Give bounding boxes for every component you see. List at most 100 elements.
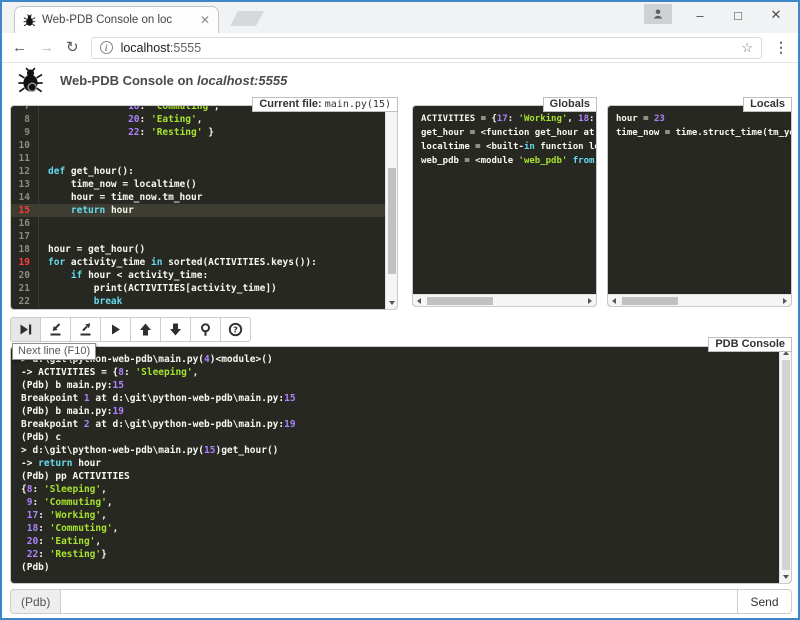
where-button[interactable] xyxy=(190,317,221,342)
code-area: 7 18: 'Commuting',8 20: 'Eating',9 22: '… xyxy=(11,105,385,308)
code-line: 15 return hour xyxy=(11,204,385,217)
locals-panel: hour = 23time_now = time.struct_time(tm_… xyxy=(607,105,792,307)
line-number: 21 xyxy=(11,282,39,295)
console-line: 17: 'Working', xyxy=(21,509,769,522)
console-line: (Pdb) xyxy=(21,561,769,574)
line-number: 15 xyxy=(11,204,39,217)
locals-line: time_now = time.struct_time(tm_year=2017… xyxy=(616,126,783,140)
tooltip: Next line (F10) xyxy=(12,343,96,360)
globals-scrollbar-thumb[interactable] xyxy=(427,297,493,305)
next-line-button[interactable] xyxy=(10,317,41,342)
globals-panel: ACTIVITIES = {17: 'Working', 18: 'Commut… xyxy=(412,105,597,307)
minimize-button[interactable]: – xyxy=(686,2,714,28)
page-title: Web-PDB Console on localhost:5555 xyxy=(60,73,287,88)
tab-close-icon[interactable]: ✕ xyxy=(200,14,210,26)
bug-favicon-icon xyxy=(23,14,36,27)
profile-button[interactable] xyxy=(644,4,672,24)
page-header: Web-PDB Console on localhost:5555 xyxy=(2,63,798,98)
where-icon xyxy=(198,322,213,337)
browser-toolbar: ← → ↻ i localhost:5555 ☆ ⋮ xyxy=(2,33,798,63)
line-number: 13 xyxy=(11,178,39,191)
pdb-prompt-prefix: (Pdb) xyxy=(10,589,60,614)
scroll-down-icon[interactable] xyxy=(389,301,395,305)
pdb-command-input[interactable] xyxy=(60,589,738,614)
current-file-label: Current file: main.py(15) xyxy=(252,97,398,112)
scroll-right-icon[interactable] xyxy=(783,298,787,304)
maximize-button[interactable]: □ xyxy=(724,2,752,28)
step-out-icon xyxy=(78,322,93,337)
browser-menu-icon[interactable]: ⋮ xyxy=(774,39,788,56)
code-editor-panel: 7 18: 'Commuting',8 20: 'Eating',9 22: '… xyxy=(10,105,398,310)
console-scrollbar[interactable] xyxy=(779,347,791,583)
code-line: 16 xyxy=(11,217,385,230)
command-row: (Pdb) Send xyxy=(10,589,792,614)
code-line: 8 20: 'Eating', xyxy=(11,113,385,126)
locals-label: Locals xyxy=(743,97,792,112)
browser-window: Web-PDB Console on loc ✕ – □ ✕ ← → ↻ i l… xyxy=(0,0,800,620)
console-line: {8: 'Sleeping', xyxy=(21,483,769,496)
code-line: 14 hour = time_now.tm_hour xyxy=(11,191,385,204)
globals-area: ACTIVITIES = {17: 'Working', 18: 'Commut… xyxy=(413,106,596,294)
send-button[interactable]: Send xyxy=(738,589,792,614)
move-up-button[interactable] xyxy=(130,317,161,342)
browser-tab[interactable]: Web-PDB Console on loc ✕ xyxy=(14,6,219,33)
reload-icon[interactable]: ↻ xyxy=(66,40,79,55)
scroll-right-icon[interactable] xyxy=(588,298,592,304)
globals-line: ACTIVITIES = {17: 'Working', 18: 'Commut… xyxy=(421,112,588,126)
close-button[interactable]: ✕ xyxy=(762,2,790,28)
step-into-button[interactable] xyxy=(40,317,71,342)
pdb-console-label: PDB Console xyxy=(708,337,792,352)
line-number: 20 xyxy=(11,269,39,282)
continue-button[interactable] xyxy=(100,317,131,342)
back-icon[interactable]: ← xyxy=(12,40,27,55)
help-icon: ? xyxy=(228,322,243,337)
console-scrollbar-thumb[interactable] xyxy=(782,360,790,570)
line-number: 18 xyxy=(11,243,39,256)
url-text: localhost:5555 xyxy=(121,41,202,55)
bookmark-star-icon[interactable]: ☆ xyxy=(741,40,753,56)
code-line: 20 if hour < activity_time: xyxy=(11,269,385,282)
locals-scrollbar-thumb[interactable] xyxy=(622,297,678,305)
line-number: 12 xyxy=(11,165,39,178)
help-button[interactable]: ? xyxy=(220,317,251,342)
move-down-button[interactable] xyxy=(160,317,191,342)
code-line: 12def get_hour(): xyxy=(11,165,385,178)
address-bar[interactable]: i localhost:5555 ☆ xyxy=(91,37,762,59)
console-line: 20: 'Eating', xyxy=(21,535,769,548)
forward-icon[interactable]: → xyxy=(39,40,54,55)
code-line: 9 22: 'Resting' } xyxy=(11,126,385,139)
locals-area: hour = 23time_now = time.struct_time(tm_… xyxy=(608,106,791,294)
browser-tab-strip: Web-PDB Console on loc ✕ – □ ✕ xyxy=(2,2,798,33)
tab-title: Web-PDB Console on loc xyxy=(42,14,194,26)
scroll-left-icon[interactable] xyxy=(612,298,616,304)
console-line: (Pdb) pp ACTIVITIES xyxy=(21,470,769,483)
code-line: 22 break xyxy=(11,295,385,308)
locals-scrollbar[interactable] xyxy=(608,294,791,306)
globals-scrollbar[interactable] xyxy=(413,294,596,306)
scroll-down-icon[interactable] xyxy=(783,575,789,579)
editor-scrollbar-thumb[interactable] xyxy=(388,168,396,274)
code-line: 17 xyxy=(11,230,385,243)
step-out-button[interactable] xyxy=(70,317,101,342)
code-line: 10 xyxy=(11,139,385,152)
bug-logo-icon xyxy=(17,67,44,94)
line-number: 16 xyxy=(11,217,39,230)
line-number: 11 xyxy=(11,152,39,165)
code-line: 21 print(ACTIVITIES[activity_time]) xyxy=(11,282,385,295)
console-line: > d:\git\python-web-pdb\main.py(15)get_h… xyxy=(21,444,769,457)
globals-line: web_pdb = <module 'web_pdb' from 'd:\git… xyxy=(421,154,588,168)
line-number: 17 xyxy=(11,230,39,243)
locals-line: hour = 23 xyxy=(616,112,783,126)
new-tab-button[interactable] xyxy=(230,11,264,26)
editor-scrollbar[interactable] xyxy=(385,106,397,309)
globals-label: Globals xyxy=(543,97,597,112)
move-down-icon xyxy=(168,322,183,337)
line-number: 14 xyxy=(11,191,39,204)
code-line: 13 time_now = localtime() xyxy=(11,178,385,191)
scroll-left-icon[interactable] xyxy=(417,298,421,304)
console-line: > d:\git\python-web-pdb\main.py(4)<modul… xyxy=(21,353,769,366)
console-output: > d:\git\python-web-pdb\main.py(4)<modul… xyxy=(11,347,779,583)
continue-icon xyxy=(108,322,123,337)
info-icon[interactable]: i xyxy=(100,41,113,54)
line-number: 22 xyxy=(11,295,39,308)
